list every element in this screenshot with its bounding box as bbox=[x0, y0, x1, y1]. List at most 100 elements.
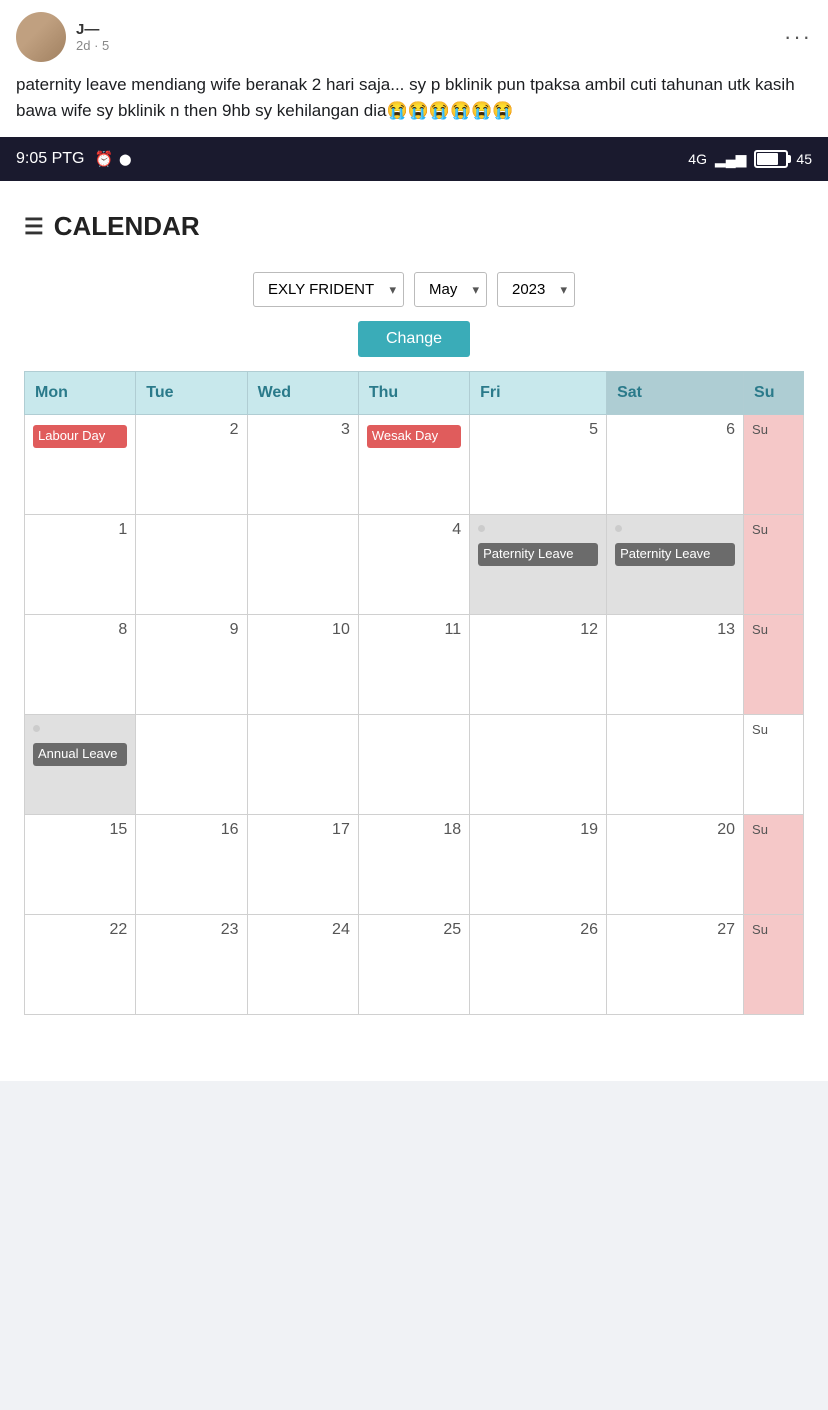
day-13: 13 bbox=[615, 621, 735, 639]
day-9: 9 bbox=[144, 621, 238, 639]
day-26: 26 bbox=[478, 921, 598, 939]
more-options-button[interactable]: ··· bbox=[784, 24, 812, 50]
day-19: 19 bbox=[478, 821, 598, 839]
cell-thu-w5: 18 bbox=[358, 815, 469, 915]
cell-sun-w6: Su bbox=[744, 915, 804, 1015]
calendar-title-text: CALENDAR bbox=[54, 211, 200, 242]
cell-tue-w5: 16 bbox=[136, 815, 247, 915]
cell-wed-w2 bbox=[247, 515, 358, 615]
cell-sun-w1: Su bbox=[744, 415, 804, 515]
sun-label-w1: Su bbox=[752, 422, 768, 437]
cell-tue-w6: 23 bbox=[136, 915, 247, 1015]
year-select[interactable]: 2023 bbox=[497, 272, 575, 307]
cell-fri-w1: 5 bbox=[470, 415, 607, 515]
table-row: Annual Leave Su bbox=[25, 715, 804, 815]
day-16: 16 bbox=[144, 821, 238, 839]
day-18: 18 bbox=[367, 821, 461, 839]
year-select-wrapper[interactable]: 2023 bbox=[497, 272, 575, 307]
day-1: 1 bbox=[33, 521, 127, 539]
cell-mon-w5: 15 bbox=[25, 815, 136, 915]
day-22: 22 bbox=[33, 921, 127, 939]
cell-mon-w2: 1 bbox=[25, 515, 136, 615]
status-time: 9:05 PTG bbox=[16, 150, 84, 168]
table-row: 22 23 24 25 26 27 Su bbox=[25, 915, 804, 1015]
cell-sat-w6: 27 bbox=[607, 915, 744, 1015]
post-body: paternity leave mendiang wife beranak 2 … bbox=[0, 62, 828, 137]
labour-day-event: Labour Day bbox=[33, 425, 127, 448]
header-wed: Wed bbox=[247, 372, 358, 415]
day-2: 2 bbox=[144, 421, 238, 439]
day-11: 11 bbox=[367, 621, 461, 639]
cell-thu-w6: 25 bbox=[358, 915, 469, 1015]
cell-sun-w5: Su bbox=[744, 815, 804, 915]
company-select[interactable]: EXLY FRIDENT bbox=[253, 272, 404, 307]
avatar bbox=[16, 12, 66, 62]
day-4: 4 bbox=[367, 521, 461, 539]
annual-dot bbox=[33, 725, 40, 732]
cell-mon-w6: 22 bbox=[25, 915, 136, 1015]
cell-thu-w3: 11 bbox=[358, 615, 469, 715]
cell-sat-w3: 13 bbox=[607, 615, 744, 715]
table-row: Labour Day 2 3 Wesak Day 5 6 Su bbox=[25, 415, 804, 515]
cell-fri-w5: 19 bbox=[470, 815, 607, 915]
table-row: 8 9 10 11 12 13 Su bbox=[25, 615, 804, 715]
header-thu: Thu bbox=[358, 372, 469, 415]
day-5: 5 bbox=[478, 421, 598, 439]
status-icons: ⏰ ⬤ bbox=[94, 150, 131, 168]
sun-label-w2: Su bbox=[752, 522, 768, 537]
alarm-icon: ⏰ bbox=[94, 150, 113, 168]
signal-icon: ▂▄▆ bbox=[715, 151, 746, 168]
cell-sat-w4 bbox=[607, 715, 744, 815]
cell-mon-w1: Labour Day bbox=[25, 415, 136, 515]
annual-leave-event: Annual Leave bbox=[33, 743, 127, 766]
day-8: 8 bbox=[33, 621, 127, 639]
dot-icon: ⬤ bbox=[119, 153, 131, 166]
paternity-dot-sat bbox=[615, 525, 622, 532]
post-header: J— 2d · 5 ··· bbox=[0, 0, 828, 62]
sun-label-w3: Su bbox=[752, 622, 768, 637]
battery-icon bbox=[754, 150, 788, 168]
cell-wed-w3: 10 bbox=[247, 615, 358, 715]
cell-mon-w3: 8 bbox=[25, 615, 136, 715]
paternity-leave-sat: Paternity Leave bbox=[615, 543, 735, 566]
cell-sat-w2: Paternity Leave bbox=[607, 515, 744, 615]
cell-sat-w5: 20 bbox=[607, 815, 744, 915]
month-select[interactable]: May bbox=[414, 272, 487, 307]
filter-row: EXLY FRIDENT May 2023 bbox=[24, 272, 804, 307]
sun-label-w6: Su bbox=[752, 922, 768, 937]
user-info: J— 2d · 5 bbox=[76, 21, 109, 53]
cell-sun-w4: Su bbox=[744, 715, 804, 815]
sun-label-w4: Su bbox=[752, 722, 768, 737]
company-select-wrapper[interactable]: EXLY FRIDENT bbox=[253, 272, 404, 307]
month-select-wrapper[interactable]: May bbox=[414, 272, 487, 307]
paternity-dot-fri bbox=[478, 525, 485, 532]
paternity-leave-fri: Paternity Leave bbox=[478, 543, 598, 566]
day-15: 15 bbox=[33, 821, 127, 839]
day-24: 24 bbox=[256, 921, 350, 939]
calendar-title: ☰ CALENDAR bbox=[24, 211, 804, 242]
wesak-day-event: Wesak Day bbox=[367, 425, 461, 448]
header-tue: Tue bbox=[136, 372, 247, 415]
calendar-menu-icon: ☰ bbox=[24, 214, 44, 240]
change-button[interactable]: Change bbox=[358, 321, 470, 357]
cell-wed-w5: 17 bbox=[247, 815, 358, 915]
cell-sun-w3: Su bbox=[744, 615, 804, 715]
day-3: 3 bbox=[256, 421, 350, 439]
table-row: 1 4 Paternity Leave Paternity Leave Su bbox=[25, 515, 804, 615]
header-sun: Su bbox=[744, 372, 804, 415]
cell-fri-w4 bbox=[470, 715, 607, 815]
header-fri: Fri bbox=[470, 372, 607, 415]
post-time: 2d · 5 bbox=[76, 38, 109, 53]
day-10: 10 bbox=[256, 621, 350, 639]
header-mon: Mon bbox=[25, 372, 136, 415]
cell-tue-w3: 9 bbox=[136, 615, 247, 715]
calendar-app: ☰ CALENDAR EXLY FRIDENT May 2023 Change bbox=[0, 181, 828, 1081]
cell-fri-w3: 12 bbox=[470, 615, 607, 715]
cell-sun-w2: Su bbox=[744, 515, 804, 615]
cell-thu-w4 bbox=[358, 715, 469, 815]
status-bar: 9:05 PTG ⏰ ⬤ 4G ▂▄▆ 45 bbox=[0, 137, 828, 181]
day-20: 20 bbox=[615, 821, 735, 839]
cell-tue-w1: 2 bbox=[136, 415, 247, 515]
day-12: 12 bbox=[478, 621, 598, 639]
cell-tue-w2 bbox=[136, 515, 247, 615]
